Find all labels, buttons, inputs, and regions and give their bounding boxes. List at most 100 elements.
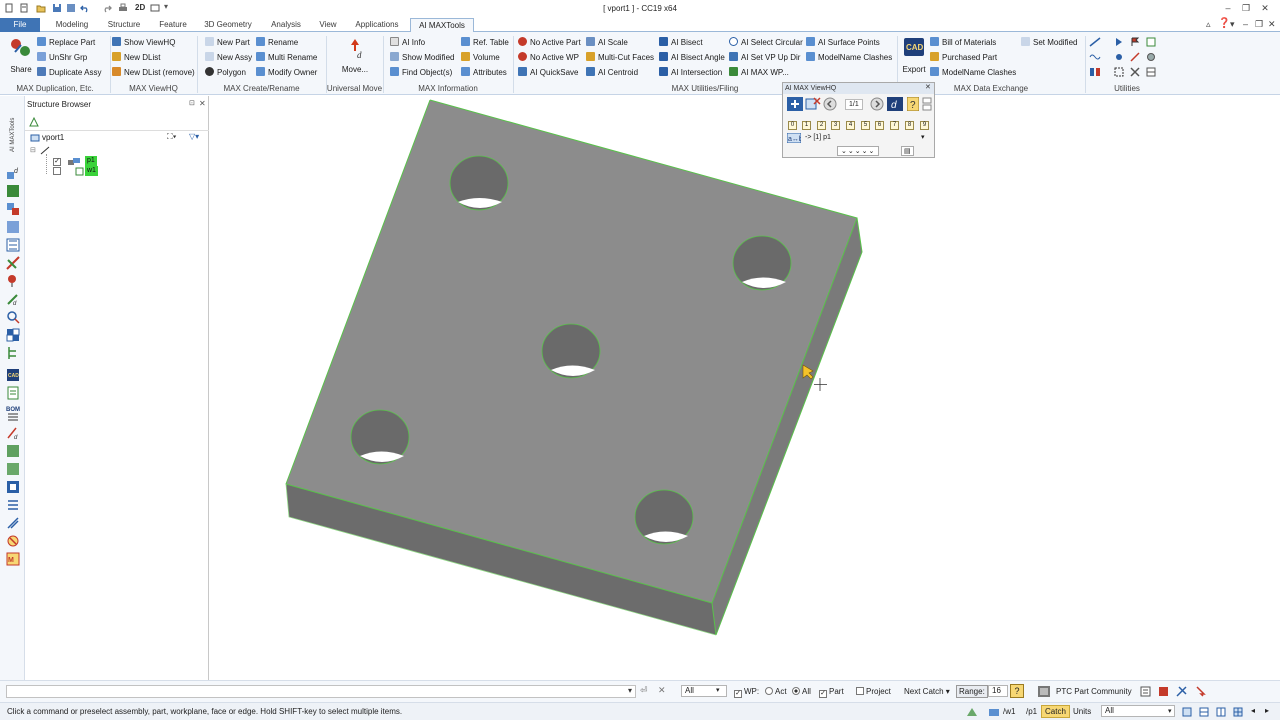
child-close-icon[interactable]: ✕	[1268, 19, 1276, 30]
close-button[interactable]: ✕	[1259, 3, 1271, 14]
duplicate-assy-button[interactable]: Duplicate Assy	[37, 66, 101, 79]
viewhq-slot-6[interactable]: 6	[875, 121, 884, 130]
rename-button[interactable]: Rename	[256, 36, 298, 49]
slash-tool-icon[interactable]	[6, 516, 20, 530]
child-minimize-icon[interactable]: –	[1243, 19, 1248, 29]
modelname-clashes-util-button[interactable]: ModelName Clashes	[806, 51, 892, 64]
cad-import-icon[interactable]: CAD	[6, 368, 20, 382]
array-tool-icon[interactable]	[1089, 67, 1101, 77]
ai-set-vp-up-dir-button[interactable]: AI Set VP Up Dir	[729, 51, 800, 64]
tips-icon[interactable]: ?	[1010, 684, 1024, 698]
viewhq-entry-dropdown-icon[interactable]: ▾	[921, 133, 925, 141]
project-checkbox[interactable]: Project	[856, 687, 891, 696]
scroll-right-icon[interactable]: ▸	[1265, 706, 1269, 715]
line-tool-icon[interactable]	[1089, 37, 1101, 47]
ai-select-circular-button[interactable]: AI Select Circular	[729, 36, 803, 49]
viewhq-logo-icon[interactable]: d	[887, 97, 903, 111]
attributes-button[interactable]: Attributes	[461, 66, 507, 79]
minimize-button[interactable]: –	[1222, 3, 1234, 14]
ptc-community-icon[interactable]	[1037, 685, 1051, 698]
viewhq-settings-icon[interactable]	[922, 97, 932, 111]
stretch-tool-icon[interactable]	[6, 256, 20, 270]
ai-scale-button[interactable]: AI Scale	[586, 36, 628, 49]
help-icon[interactable]: ❓	[1218, 18, 1230, 29]
show-modified-button[interactable]: Show Modified	[390, 51, 454, 64]
tab-ai-maxtools[interactable]: AI MAXTools	[410, 18, 474, 32]
ai-max-wp-button[interactable]: AI MAX WP...	[729, 66, 789, 79]
find-objects-button[interactable]: Find Object(s)	[390, 66, 452, 79]
assembly-tool-icon[interactable]	[6, 184, 20, 198]
settings-tool-icon[interactable]	[1146, 52, 1156, 62]
copy-tool-icon[interactable]	[6, 202, 20, 216]
ptc-community-link[interactable]: PTC Part Community	[1056, 687, 1132, 696]
document-tool-icon[interactable]	[6, 386, 20, 400]
measure-icon[interactable]	[1158, 686, 1169, 697]
ai-quicksave-button[interactable]: AI QuickSave	[518, 66, 578, 79]
viewhq-current-entry[interactable]: -> [1] p1	[805, 134, 913, 141]
tab-analysis[interactable]: Analysis	[262, 18, 310, 32]
pin-panel-icon[interactable]: ⊡	[189, 99, 195, 107]
diagonal-tool-icon[interactable]	[1130, 52, 1140, 62]
part-checkbox[interactable]: ✓ Part	[819, 687, 844, 698]
modify-owner-button[interactable]: Modify Owner	[256, 66, 317, 79]
share-button[interactable]: Share	[6, 37, 36, 75]
hole-2[interactable]	[732, 235, 792, 291]
viewhq-back-icon[interactable]	[823, 97, 837, 111]
all-radio[interactable]: All	[792, 687, 811, 696]
show-viewhq-button[interactable]: Show ViewHQ	[112, 36, 175, 49]
viewhq-options-button[interactable]: ▤	[901, 146, 914, 156]
viewhq-slot-1[interactable]: 1	[802, 121, 811, 130]
unshare-group-button[interactable]: UnShr Grp	[37, 51, 87, 64]
ai-info-button[interactable]: AI Info	[390, 36, 425, 49]
arrow-tool-icon[interactable]	[1114, 37, 1124, 47]
ai-surface-points-button[interactable]: AI Surface Points	[806, 36, 880, 49]
ai-bisect-button[interactable]: AI Bisect	[659, 36, 703, 49]
no-active-part-button[interactable]: No Active Part	[518, 36, 581, 49]
tab-view[interactable]: View	[314, 18, 342, 32]
catch-status[interactable]: Catch	[1041, 705, 1070, 718]
multi-copy-icon[interactable]	[6, 220, 20, 234]
export-button[interactable]: CAD Export	[900, 37, 928, 75]
flag-tool-icon[interactable]	[1130, 37, 1140, 47]
new-dlist-remove-button[interactable]: New DList (remove)	[112, 66, 195, 79]
ai-centroid-button[interactable]: AI Centroid	[586, 66, 638, 79]
multi-rename-button[interactable]: Multi Rename	[256, 51, 317, 64]
bom-tool-icon[interactable]: BOM	[6, 404, 20, 422]
filter-select[interactable]: All	[681, 685, 727, 697]
hierarchy-tool-icon[interactable]	[6, 346, 20, 360]
move-button[interactable]: d Move...	[338, 37, 372, 75]
next-catch-button[interactable]: Next Catch ▾	[904, 687, 950, 696]
viewhq-close-icon[interactable]: ✕	[925, 83, 931, 91]
tree-root-label[interactable]: vport1	[42, 133, 64, 143]
child-restore-icon[interactable]: ❐	[1255, 19, 1263, 30]
tree-workplane-label[interactable]: w1	[85, 166, 98, 176]
units-select[interactable]: All	[1101, 705, 1175, 717]
range-input[interactable]: 16	[988, 685, 1008, 697]
purchased-part-button[interactable]: Purchased Part	[930, 51, 997, 64]
tools-icon[interactable]	[1176, 686, 1187, 697]
group-tool-icon[interactable]	[6, 444, 20, 458]
layout-icon-1[interactable]	[1182, 707, 1192, 717]
viewhq-slot-8[interactable]: 8	[905, 121, 914, 130]
checker-tool-icon[interactable]	[6, 328, 20, 342]
new-assy-button[interactable]: New Assy	[205, 51, 252, 64]
polygon-button[interactable]: Polygon	[205, 66, 246, 79]
volume-button[interactable]: Volume	[461, 51, 500, 64]
part-visibility-checkbox[interactable]: ✓	[53, 157, 63, 166]
grid-tool-icon[interactable]	[1146, 37, 1156, 47]
ref-table-button[interactable]: Ref. Table	[461, 36, 509, 49]
layout-icon-4[interactable]	[1233, 707, 1243, 717]
binoculars-icon[interactable]: ⛶▾	[167, 132, 177, 142]
new-part-button[interactable]: New Part	[205, 36, 250, 49]
wp-checkbox[interactable]: ✓ WP:	[734, 687, 759, 698]
filter-icon[interactable]: ▽▾	[189, 132, 199, 141]
command-input[interactable]	[6, 685, 636, 698]
wp-visibility-checkbox[interactable]	[53, 167, 63, 176]
tab-modeling[interactable]: Modeling	[47, 18, 97, 32]
viewhq-slot-3[interactable]: 3	[831, 121, 840, 130]
pick-icon[interactable]	[1195, 686, 1206, 697]
circle-select-icon[interactable]	[6, 310, 20, 324]
viewhq-remove-icon[interactable]	[805, 97, 821, 111]
viewhq-add-icon[interactable]	[787, 97, 803, 111]
viewhq-slot-0[interactable]: 0	[788, 121, 797, 130]
